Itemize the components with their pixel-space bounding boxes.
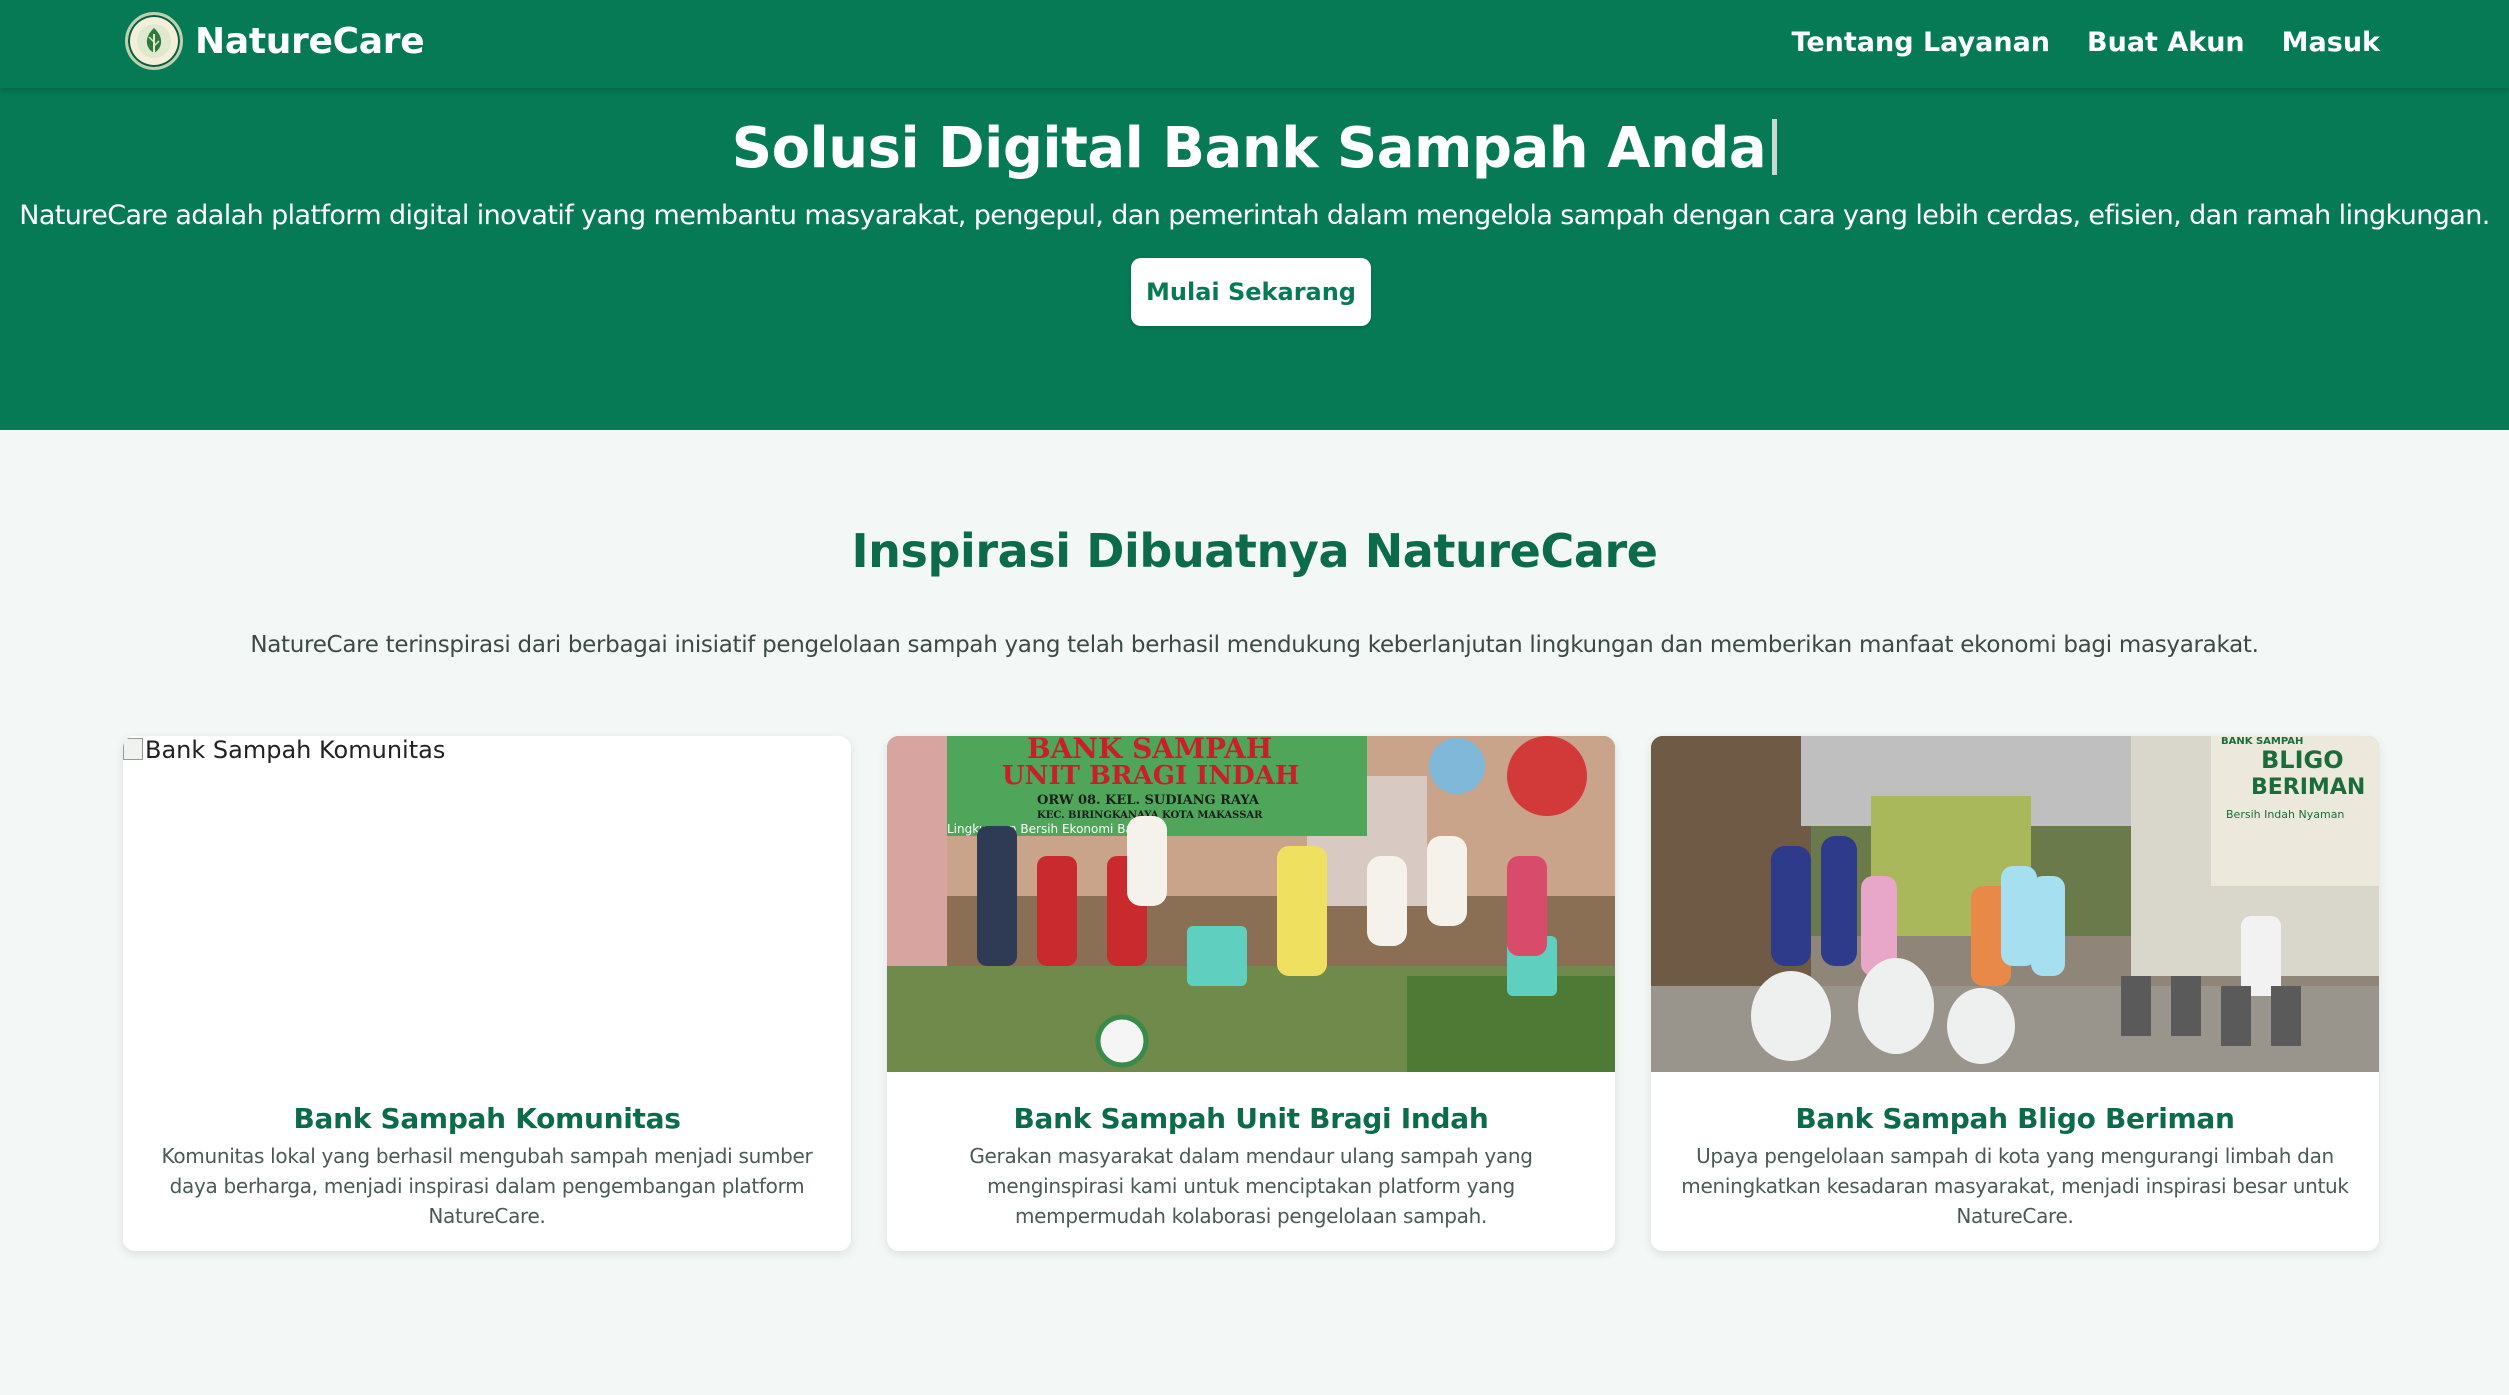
card-bank-sampah-komunitas: Bank Sampah Komunitas Bank Sampah Komuni… — [123, 736, 851, 1251]
nav-link-masuk[interactable]: Masuk — [2282, 27, 2380, 58]
section-description: NatureCare terinspirasi dari berbagai in… — [250, 632, 2259, 658]
nav-link-buat-akun[interactable]: Buat Akun — [2087, 27, 2245, 58]
card-bank-sampah-bligo-beriman: BANK SAMPAH BLIGO BERIMAN Bersih Indah N… — [1651, 736, 2379, 1251]
broken-image-placeholder: Bank Sampah Komunitas — [123, 736, 445, 764]
hero-title-wrap: Solusi Digital Bank Sampah Anda — [0, 116, 2509, 181]
card-text: Gerakan masyarakat dalam mendaur ulang s… — [969, 1144, 1533, 1228]
hero-section: Solusi Digital Bank Sampah Anda NatureCa… — [0, 88, 2509, 430]
image-alt-text: Bank Sampah Komunitas — [145, 736, 446, 764]
card-bank-sampah-bragi-indah: BANK SAMPAH UNIT BRAGI INDAH ORW 08. KEL… — [887, 736, 1615, 1251]
banner-line-2: UNIT BRAGI INDAH — [1002, 761, 1299, 791]
card-title: Bank Sampah Unit Bragi Indah — [1013, 1102, 1489, 1135]
sign-line-2: BLIGO — [2261, 746, 2344, 774]
card-title: Bank Sampah Komunitas — [293, 1102, 681, 1135]
nav-link-tentang-layanan[interactable]: Tentang Layanan — [1792, 27, 2051, 58]
section-title: Inspirasi Dibuatnya NatureCare — [851, 524, 1658, 578]
brand[interactable]: NatureCare — [125, 11, 425, 71]
card-title: Bank Sampah Bligo Beriman — [1795, 1102, 2235, 1135]
start-now-button[interactable]: Mulai Sekarang — [1131, 258, 1371, 326]
sign-line-4: Bersih Indah Nyaman — [2226, 808, 2344, 821]
broken-image-icon — [123, 738, 143, 760]
leaf-logo-icon — [125, 12, 183, 70]
hero-description: NatureCare adalah platform digital inova… — [19, 200, 2490, 231]
hero-title: Solusi Digital Bank Sampah Anda — [731, 116, 1767, 181]
navbar: NatureCare Tentang Layanan Buat Akun Mas… — [0, 0, 2509, 88]
card-photo-bragi-indah: BANK SAMPAH UNIT BRAGI INDAH ORW 08. KEL… — [887, 736, 1615, 1072]
banner-line-3: ORW 08. KEL. SUDIANG RAYA — [1037, 793, 1260, 808]
nav-links: Tentang Layanan Buat Akun Masuk — [1755, 0, 2381, 84]
card-text: Upaya pengelolaan sampah di kota yang me… — [1681, 1144, 2349, 1228]
card-image-broken: Bank Sampah Komunitas — [123, 736, 851, 1072]
brand-name: NatureCare — [195, 20, 425, 62]
sign-line-3: BERIMAN — [2251, 775, 2365, 800]
typing-cursor — [1772, 119, 1778, 175]
card-photo-bligo-beriman: BANK SAMPAH BLIGO BERIMAN Bersih Indah N… — [1651, 736, 2379, 1072]
card-text: Komunitas lokal yang berhasil mengubah s… — [161, 1144, 813, 1228]
